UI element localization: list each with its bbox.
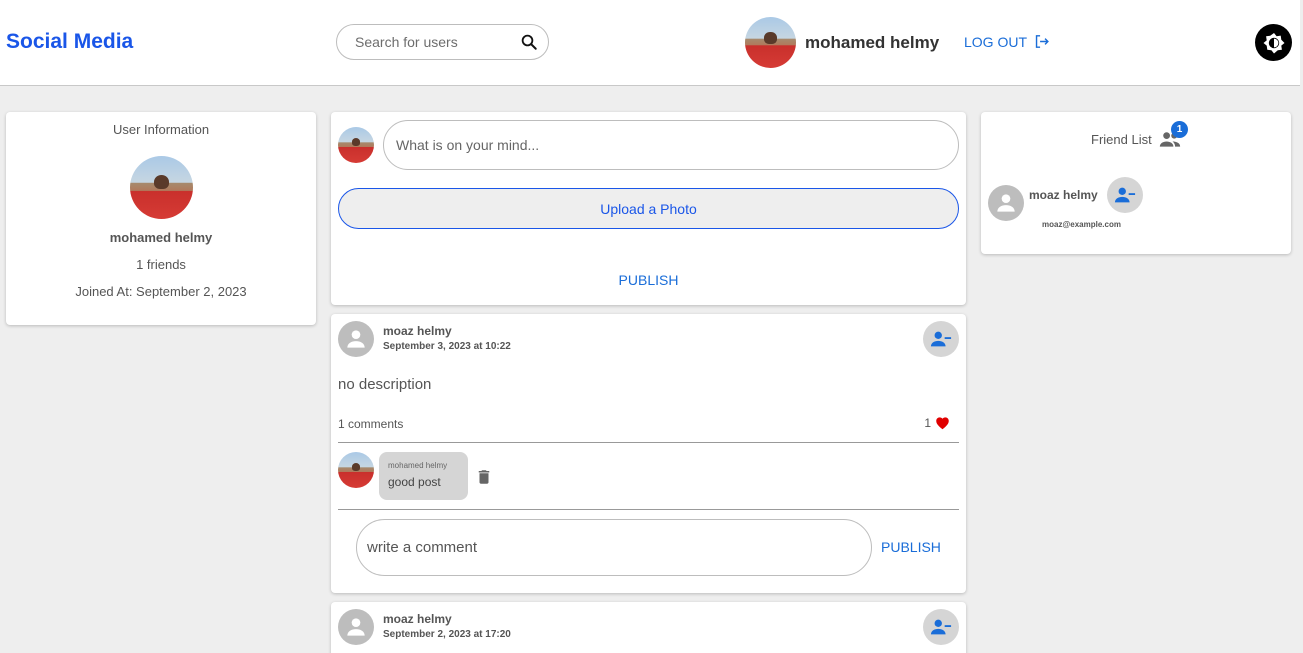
post-text-input[interactable] bbox=[383, 120, 959, 170]
logout-button[interactable]: LOG OUT bbox=[964, 33, 1050, 50]
person-icon bbox=[347, 330, 365, 348]
remove-friend-button[interactable] bbox=[923, 321, 959, 357]
theme-toggle-button[interactable] bbox=[1255, 24, 1292, 61]
trash-icon bbox=[478, 470, 490, 484]
comment-bubble: mohamed helmy good post bbox=[379, 452, 468, 500]
comment-author: mohamed helmy bbox=[388, 461, 448, 470]
top-bar: Social Media mohamed helmy LOG OUT bbox=[0, 0, 1300, 86]
remove-friend-button[interactable] bbox=[1107, 177, 1143, 213]
comment-text: good post bbox=[388, 475, 441, 489]
search-box[interactable] bbox=[336, 24, 549, 60]
person-icon bbox=[997, 194, 1015, 212]
likes-count: 1 bbox=[924, 416, 931, 430]
app-title[interactable]: Social Media bbox=[6, 30, 133, 54]
joined-date: Joined At: September 2, 2023 bbox=[75, 284, 247, 299]
publish-post-button[interactable]: PUBLISH bbox=[331, 272, 966, 288]
comment-avatar bbox=[338, 452, 374, 488]
person-remove-icon bbox=[1114, 187, 1136, 203]
header-user-name[interactable]: mohamed helmy bbox=[805, 33, 939, 53]
search-icon[interactable] bbox=[520, 33, 538, 56]
divider bbox=[338, 442, 959, 443]
post-description: no description bbox=[338, 376, 432, 393]
logout-label: LOG OUT bbox=[964, 33, 1028, 50]
composer-avatar bbox=[338, 127, 374, 163]
friend-avatar[interactable] bbox=[988, 185, 1024, 221]
person-icon bbox=[347, 618, 365, 636]
post-card: moaz helmy September 2, 2023 at 17:20 bbox=[331, 602, 966, 653]
upload-photo-button[interactable]: Upload a Photo bbox=[338, 188, 959, 229]
post-author-avatar[interactable] bbox=[338, 321, 374, 357]
post-composer: Upload a Photo PUBLISH bbox=[331, 112, 966, 305]
post-date: September 2, 2023 at 17:20 bbox=[383, 629, 511, 640]
comments-count[interactable]: 1 comments bbox=[338, 417, 403, 431]
friend-list-card: Friend List 1 moaz helmy moaz@example.co… bbox=[981, 112, 1291, 254]
search-input[interactable] bbox=[355, 34, 515, 50]
post-author-avatar[interactable] bbox=[338, 609, 374, 645]
heart-icon bbox=[936, 417, 949, 430]
logout-icon bbox=[1035, 35, 1049, 48]
person-remove-icon bbox=[930, 619, 952, 635]
friend-name[interactable]: moaz helmy bbox=[1029, 188, 1098, 202]
post-author-name[interactable]: moaz helmy bbox=[383, 612, 452, 626]
publish-comment-button[interactable]: PUBLISH bbox=[881, 539, 941, 555]
user-info-card: User Information mohamed helmy 1 friends… bbox=[6, 112, 316, 325]
friend-email: moaz@example.com bbox=[1042, 220, 1121, 229]
like-button[interactable]: 1 bbox=[924, 416, 950, 430]
friend-count-badge: 1 bbox=[1171, 121, 1188, 138]
friend-list-title: Friend List bbox=[1091, 132, 1152, 147]
header-avatar[interactable] bbox=[745, 17, 796, 68]
user-info-title: User Information bbox=[112, 122, 210, 137]
divider bbox=[338, 509, 959, 510]
comment-input[interactable] bbox=[356, 519, 872, 576]
profile-avatar bbox=[130, 156, 193, 219]
post-card: moaz helmy September 3, 2023 at 10:22 no… bbox=[331, 314, 966, 593]
theme-toggle-icon bbox=[1263, 32, 1284, 53]
profile-name: mohamed helmy bbox=[109, 230, 213, 245]
post-date: September 3, 2023 at 10:22 bbox=[383, 341, 511, 352]
post-author-name[interactable]: moaz helmy bbox=[383, 324, 452, 338]
remove-friend-button[interactable] bbox=[923, 609, 959, 645]
delete-comment-button[interactable] bbox=[475, 467, 493, 492]
person-remove-icon bbox=[930, 331, 952, 347]
friends-count: 1 friends bbox=[136, 257, 186, 272]
